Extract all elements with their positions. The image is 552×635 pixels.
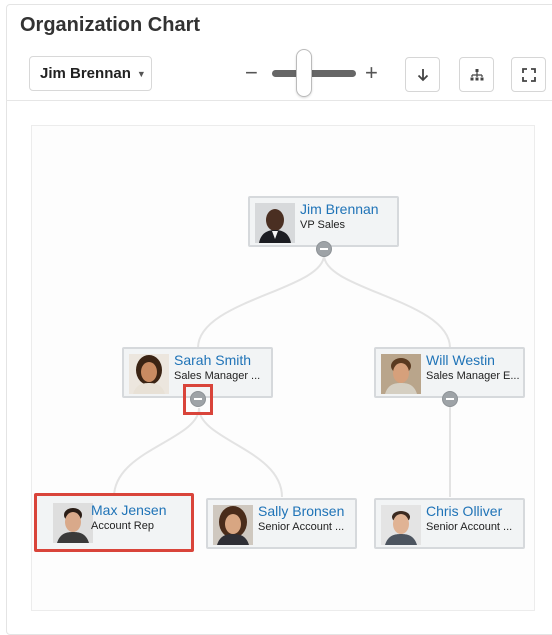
node-role: Account Rep — [91, 520, 154, 532]
avatar — [53, 503, 93, 543]
avatar — [381, 505, 421, 545]
avatar — [255, 203, 295, 243]
org-node-max-jensen[interactable]: Max Jensen Account Rep — [34, 493, 194, 552]
collapse-toggle[interactable] — [316, 241, 332, 257]
node-role: Senior Account ... — [258, 521, 345, 533]
avatar — [381, 354, 421, 394]
avatar — [213, 505, 253, 545]
org-node-jim-brennan[interactable]: Jim Brennan VP Sales — [248, 196, 399, 247]
node-role: VP Sales — [300, 219, 346, 231]
node-name[interactable]: Will Westin — [426, 352, 495, 368]
node-name[interactable]: Sarah Smith — [174, 352, 251, 368]
node-role: Sales Manager E... — [426, 370, 520, 382]
node-name[interactable]: Sally Bronsen — [258, 503, 344, 519]
node-role: Senior Account ... — [426, 521, 513, 533]
node-name[interactable]: Jim Brennan — [300, 201, 379, 217]
org-node-chris-olliver[interactable]: Chris Olliver Senior Account ... — [374, 498, 525, 549]
node-role: Sales Manager ... — [174, 370, 261, 382]
collapse-toggle[interactable] — [190, 391, 206, 407]
collapse-toggle[interactable] — [442, 391, 458, 407]
avatar — [129, 354, 169, 394]
org-node-sally-bronsen[interactable]: Sally Bronsen Senior Account ... — [206, 498, 357, 549]
node-name[interactable]: Chris Olliver — [426, 503, 502, 519]
node-name[interactable]: Max Jensen — [91, 502, 166, 518]
